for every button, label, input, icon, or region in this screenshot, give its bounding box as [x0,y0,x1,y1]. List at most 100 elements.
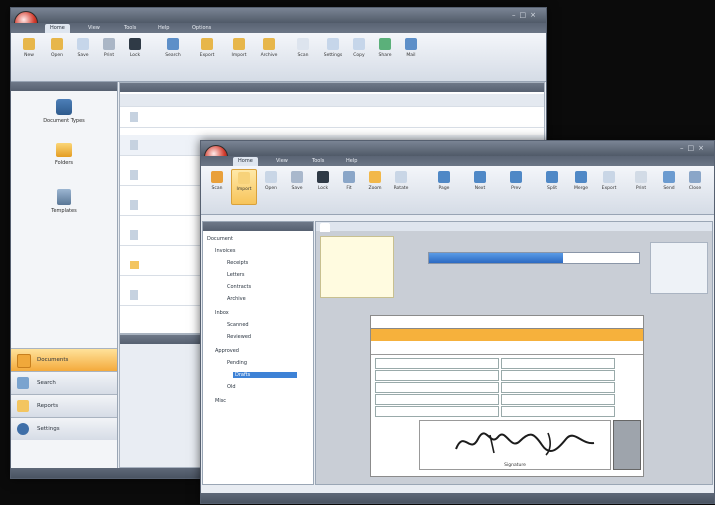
front-ribbon-button[interactable]: Print [629,169,653,203]
back-tab-tools[interactable]: Tools [119,24,141,33]
window-controls[interactable]: –□× [680,144,708,152]
tree-node[interactable]: Misc [215,398,226,404]
tree-node[interactable]: Invoices [215,248,235,254]
next-page-icon [474,171,486,183]
tree-node[interactable]: Document [207,236,233,242]
front-ribbon-button[interactable]: Close [683,169,707,203]
nav-settings[interactable]: Settings [11,417,117,440]
tree-node[interactable]: Reviewed [227,334,251,340]
front-ribbon-button[interactable]: Next [465,169,495,203]
tree-node[interactable]: Receipts [227,260,248,266]
doc-types-item[interactable]: Document Types [11,96,117,136]
info-icon [17,423,29,435]
front-tab-help[interactable]: Help [341,157,362,166]
form-checkbox-row [501,394,615,405]
fit-icon [343,171,355,183]
back-ribbon-button[interactable]: Share [373,36,397,70]
info-box [320,236,394,298]
folder-icon [265,171,277,183]
front-ribbon-button[interactable]: Merge [569,169,593,203]
front-ribbon-button-selected[interactable]: Import [231,169,257,205]
front-ribbon-button[interactable]: Fit [337,169,361,203]
back-ribbon-button[interactable]: Lock [123,36,147,70]
tree-node[interactable]: Contracts [227,284,251,290]
front-ribbon-button[interactable]: Save [285,169,309,203]
prev-page-icon [510,171,522,183]
tree-node[interactable]: Archive [227,296,246,302]
front-ribbon-button[interactable]: Scan [205,169,229,203]
merge-icon [575,171,587,183]
templates-item[interactable]: Templates [11,186,117,226]
front-ribbon-button[interactable]: Split [537,169,567,203]
back-tab-home[interactable]: Home [45,24,70,33]
back-ribbon-button[interactable]: Import [227,36,251,70]
doc-tab[interactable] [320,223,330,232]
front-ribbon-button[interactable]: Open [259,169,283,203]
document-types-icon [56,99,72,115]
back-ribbon-button[interactable]: New [17,36,41,70]
folder-icon [23,38,35,50]
folder-tree: Document Invoices Receipts Letters Contr… [202,221,314,485]
nav-reports[interactable]: Reports [11,394,117,417]
form-field [375,394,499,405]
zoom-icon [369,171,381,183]
tree-node[interactable]: Letters [227,272,244,278]
front-ribbon-button[interactable]: Page [429,169,459,203]
back-ribbon-button[interactable]: Open [45,36,69,70]
nav-search[interactable]: Search [11,371,117,394]
window-controls[interactable]: –□× [512,11,540,19]
back-ribbon-tabs: Home View Tools Help Options [11,23,546,33]
back-ribbon-button[interactable]: Archive [257,36,281,70]
front-tab-view[interactable]: View [271,157,293,166]
export-icon [603,171,615,183]
front-tab-tools[interactable]: Tools [307,157,329,166]
back-ribbon-button[interactable]: Settings [321,36,345,70]
front-ribbon-button[interactable]: Rotate [389,169,413,203]
front-ribbon-tabs: Home View Tools Help [201,156,714,166]
front-ribbon-button[interactable]: Export [597,169,621,203]
signature-caption: Signature [504,463,526,468]
back-ribbon-button[interactable]: Copy [347,36,371,70]
front-ribbon-button[interactable]: Send [657,169,681,203]
tree-node[interactable]: Pending [227,360,247,366]
back-tab-help[interactable]: Help [153,24,174,33]
form-field-highlight [375,382,499,393]
folder-icon [263,38,275,50]
tree-node[interactable]: Scanned [227,322,249,328]
back-ribbon-button[interactable]: Print [97,36,121,70]
search-icon [17,377,29,389]
front-tab-home[interactable]: Home [233,157,258,166]
doc-tab-strip [316,222,712,232]
document-area: Signature [315,221,713,485]
document-icon [327,38,339,50]
front-ribbon-button[interactable]: Lock [311,169,335,203]
send-icon [663,171,675,183]
back-ribbon-button[interactable]: Scan [291,36,315,70]
side-options [650,242,708,294]
lock-icon [317,171,329,183]
rotate-icon [395,171,407,183]
back-ribbon-button[interactable]: Search [161,36,185,70]
document-icon [238,172,250,184]
tree-node[interactable]: Old [227,384,236,390]
document-icon [130,112,138,122]
back-ribbon-button[interactable]: Save [71,36,95,70]
back-tab-options[interactable]: Options [187,24,216,33]
tree-node[interactable]: Inbox [215,310,229,316]
printer-icon [635,171,647,183]
folders-item[interactable]: Folders [11,140,117,180]
document-icon [130,290,138,300]
back-ribbon: New Open Save Print Lock Search Export I… [11,33,546,82]
share-icon [379,38,391,50]
table-row[interactable] [120,107,544,128]
form-field [375,370,499,381]
form-checkbox-row [501,358,615,369]
back-ribbon-button[interactable]: Export [195,36,219,70]
tree-node-selected[interactable]: Drafts [233,372,297,378]
nav-documents[interactable]: Documents [11,348,117,371]
back-ribbon-button[interactable]: Mail [399,36,423,70]
front-ribbon-button[interactable]: Zoom [363,169,387,203]
back-tab-view[interactable]: View [83,24,105,33]
front-ribbon-button[interactable]: Prev [501,169,531,203]
tree-node[interactable]: Approved [215,348,239,354]
